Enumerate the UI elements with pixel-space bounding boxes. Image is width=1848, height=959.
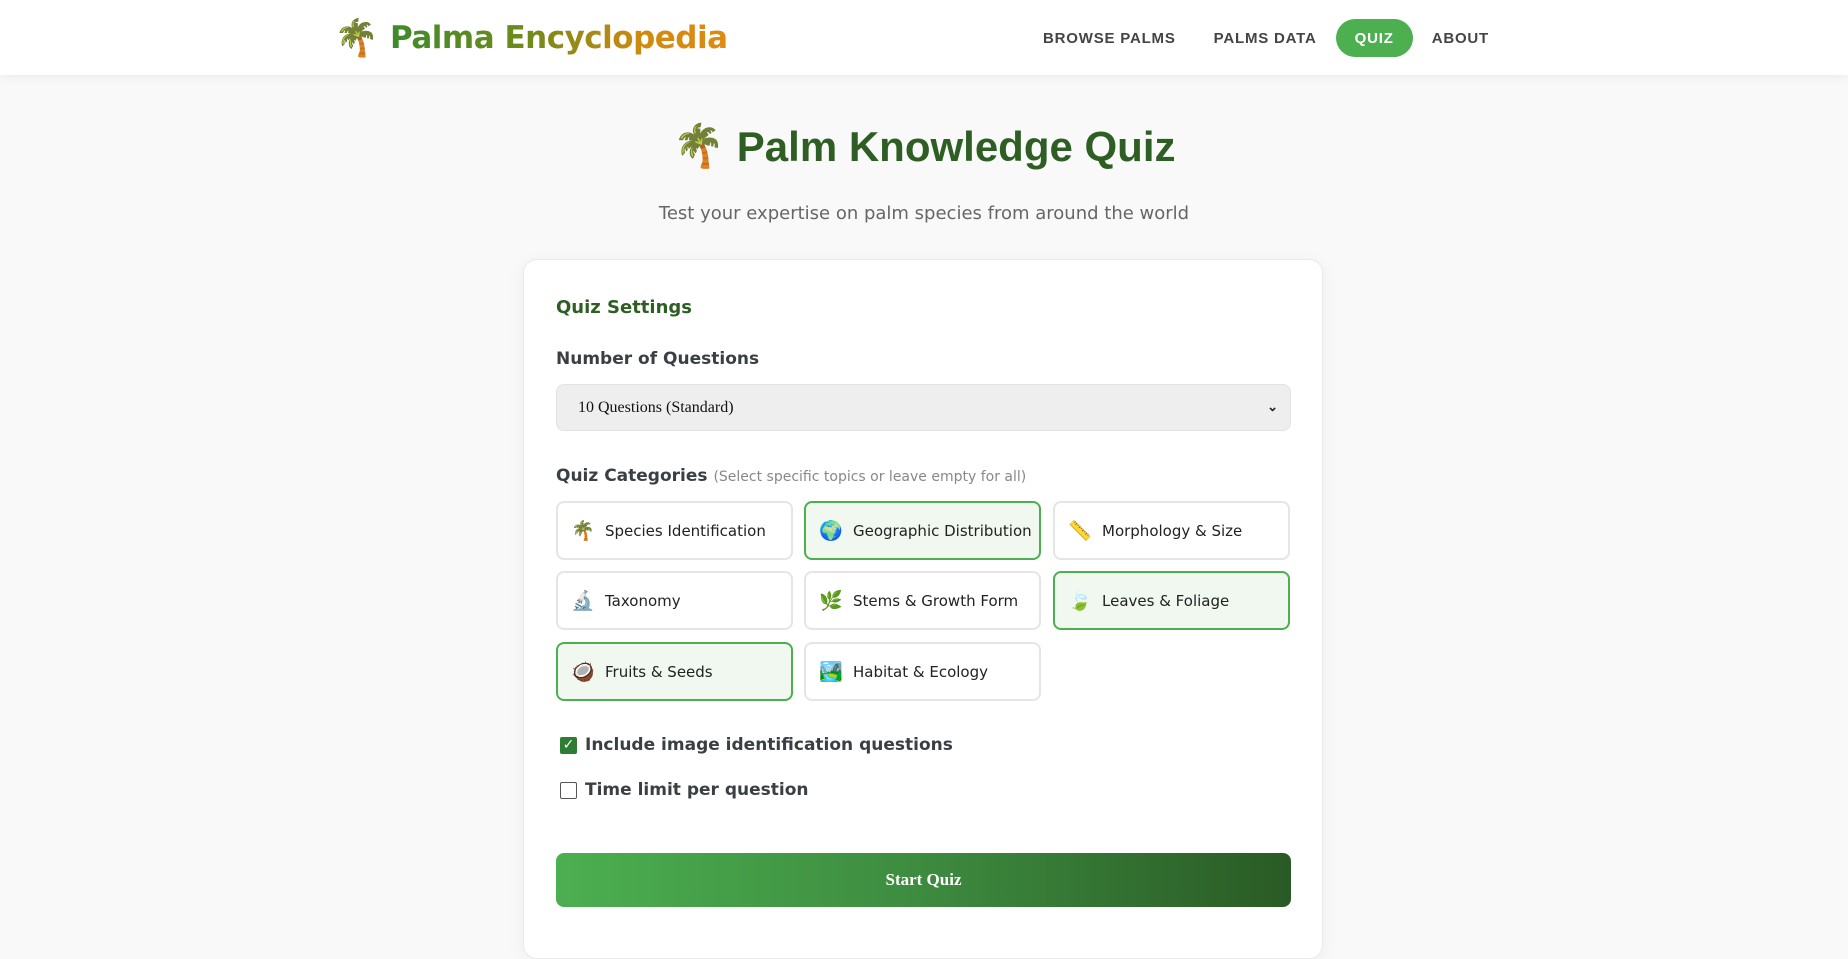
nav-links: BROWSE PALMS PALMS DATA QUIZ ABOUT (1024, 18, 1508, 58)
image-questions-checkbox[interactable]: ✓ (560, 736, 577, 754)
nav-quiz[interactable]: QUIZ (1335, 19, 1413, 57)
time-limit-checkbox[interactable] (560, 781, 577, 799)
top-navbar: 🌴 Palma Encyclopedia BROWSE PALMS PALMS … (0, 0, 1848, 75)
category-label: Taxonomy (605, 591, 681, 610)
num-questions-label: Number of Questions (556, 349, 760, 369)
option-time-limit[interactable]: Time limit per question (560, 780, 808, 800)
num-questions-value: 10 Questions (Standard) (578, 398, 734, 416)
category-label: Leaves & Foliage (1102, 591, 1230, 610)
settings-title: Quiz Settings (556, 297, 692, 318)
category-label: Habitat & Ecology (853, 662, 988, 681)
ruler-icon: 📏 (1068, 520, 1092, 542)
brand-logo-link[interactable]: 🌴 Palma Encyclopedia (334, 14, 728, 62)
page-title-text: Palm Knowledge Quiz (736, 122, 1176, 170)
category-fruits-seeds[interactable]: 🥥 Fruits & Seeds (556, 642, 793, 701)
category-taxonomy[interactable]: 🔬 Taxonomy (556, 571, 793, 630)
herb-icon: 🌿 (819, 590, 843, 612)
categories-label: Quiz Categories (Select specific topics … (556, 466, 1026, 486)
nav-browse-palms[interactable]: BROWSE PALMS (1024, 19, 1195, 57)
category-label: Geographic Distribution (853, 521, 1032, 540)
categories-hint: (Select specific topics or leave empty f… (713, 469, 1027, 485)
landscape-icon: 🏞️ (819, 661, 843, 683)
option-label: Include image identification questions (585, 735, 953, 755)
microscope-icon: 🔬 (571, 590, 595, 612)
leaf-icon: 🍃 (1068, 590, 1092, 612)
palm-tree-icon: 🌴 (571, 520, 595, 542)
category-species-identification[interactable]: 🌴 Species Identification (556, 501, 793, 560)
brand-name: Palma Encyclopedia (390, 20, 728, 56)
category-leaves-foliage[interactable]: 🍃 Leaves & Foliage (1053, 571, 1290, 630)
globe-icon: 🌍 (819, 520, 843, 542)
category-label: Species Identification (605, 521, 766, 540)
page-title: 🌴 Palm Knowledge Quiz (0, 122, 1848, 171)
nav-about[interactable]: ABOUT (1413, 19, 1508, 57)
option-label: Time limit per question (585, 780, 809, 800)
nav-palms-data[interactable]: PALMS DATA (1195, 19, 1336, 57)
category-habitat-ecology[interactable]: 🏞️ Habitat & Ecology (804, 642, 1041, 701)
category-label: Morphology & Size (1102, 521, 1243, 540)
categories-label-text: Quiz Categories (556, 466, 708, 486)
category-geographic-distribution[interactable]: 🌍 Geographic Distribution (804, 501, 1041, 560)
category-stems-growth-form[interactable]: 🌿 Stems & Growth Form (804, 571, 1041, 630)
quiz-settings-card: Quiz Settings Number of Questions 10 Que… (523, 259, 1323, 959)
coconut-icon: 🥥 (571, 661, 595, 683)
start-quiz-button[interactable]: Start Quiz (556, 853, 1291, 907)
category-label: Stems & Growth Form (853, 591, 1019, 610)
category-morphology-size[interactable]: 📏 Morphology & Size (1053, 501, 1290, 560)
category-label: Fruits & Seeds (605, 662, 713, 681)
palm-tree-icon: 🌴 (672, 122, 725, 169)
chevron-down-icon: ⌄ (1267, 399, 1278, 414)
num-questions-select[interactable]: 10 Questions (Standard) ⌄ (556, 384, 1291, 431)
page-subtitle: Test your expertise on palm species from… (658, 203, 1190, 224)
option-image-questions[interactable]: ✓ Include image identification questions (560, 735, 953, 755)
palm-tree-icon: 🌴 (334, 18, 379, 59)
